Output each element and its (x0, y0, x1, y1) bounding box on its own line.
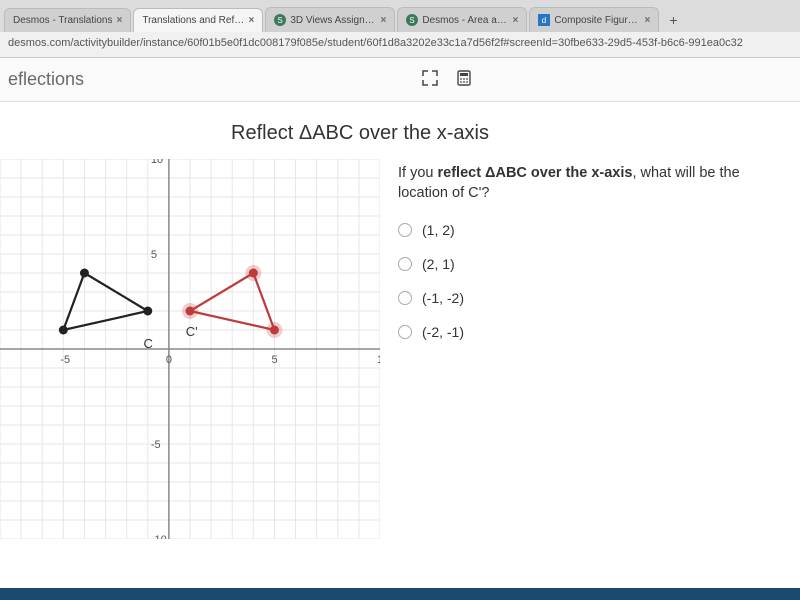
svg-text:10: 10 (151, 159, 163, 166)
favicon-s-icon: S (274, 14, 286, 26)
question-title: Reflect ΔABC over the x-axis (0, 122, 800, 145)
option-label: (-2, -1) (422, 324, 464, 340)
content-area: Reflect ΔABC over the x-axis -50510-10-5… (0, 102, 800, 600)
svg-text:S: S (278, 16, 283, 25)
close-icon[interactable]: × (248, 15, 254, 26)
svg-text:5: 5 (271, 354, 277, 366)
tab-3[interactable]: S Desmos - Area and Pe × (397, 7, 527, 32)
calculator-icon[interactable] (456, 70, 472, 89)
prompt-prefix: If you (398, 165, 438, 181)
option-0[interactable]: (1, 2) (398, 222, 780, 238)
tab-label: Composite Figures As (554, 15, 640, 26)
svg-text:-5: -5 (60, 354, 70, 366)
close-icon[interactable]: × (380, 15, 386, 26)
radio-icon (398, 257, 412, 271)
new-tab-button[interactable]: + (661, 8, 685, 32)
header-tools (422, 70, 472, 89)
tab-0[interactable]: Desmos - Translations × (4, 8, 131, 32)
prompt-bold: reflect ΔABC over the x-axis (438, 165, 633, 181)
vertex-label-c-prime: C' (186, 324, 198, 339)
svg-text:10: 10 (377, 354, 380, 366)
taskbar-strip (0, 588, 800, 600)
browser-tab-bar: Desmos - Translations × Translations and… (0, 0, 800, 32)
radio-icon (398, 223, 412, 237)
url-bar[interactable]: desmos.com/activitybuilder/instance/60f0… (0, 32, 800, 58)
tab-label: Desmos - Area and Pe (422, 15, 508, 26)
prompt-area: If you reflect ΔABC over the x-axis, wha… (380, 159, 800, 539)
close-icon[interactable]: × (116, 15, 122, 26)
svg-text:-10: -10 (151, 534, 167, 539)
tab-label: Desmos - Translations (13, 15, 112, 26)
svg-text:S: S (410, 16, 415, 25)
option-3[interactable]: (-2, -1) (398, 324, 780, 340)
option-1[interactable]: (2, 1) (398, 256, 780, 272)
option-label: (-1, -2) (422, 290, 464, 306)
tab-2[interactable]: S 3D Views Assignment × (265, 7, 395, 32)
option-label: (2, 1) (422, 256, 455, 272)
radio-icon (398, 291, 412, 305)
tab-label: Translations and Reflec (142, 15, 244, 26)
app-header: eflections (0, 58, 800, 102)
favicon-s-icon: S (406, 14, 418, 26)
vertex-label-c: C (144, 336, 153, 351)
coordinate-graph[interactable]: -5 0 5 10 -10 -5 5 10 C C' (0, 159, 380, 539)
option-2[interactable]: (-1, -2) (398, 290, 780, 306)
prompt-text: If you reflect ΔABC over the x-axis, wha… (398, 163, 780, 204)
svg-text:d: d (542, 16, 546, 25)
favicon-d-icon: d (538, 14, 550, 26)
svg-text:5: 5 (151, 249, 157, 261)
fullscreen-icon[interactable] (422, 70, 438, 89)
tab-4[interactable]: d Composite Figures As × (529, 7, 659, 32)
tab-label: 3D Views Assignment (290, 15, 376, 26)
svg-text:-5: -5 (151, 439, 161, 451)
options-list: (1, 2) (2, 1) (-1, -2) (-2, -1) (398, 222, 780, 340)
option-label: (1, 2) (422, 222, 455, 238)
page-title: eflections (8, 69, 84, 90)
close-icon[interactable]: × (512, 15, 518, 26)
svg-text:0: 0 (166, 354, 172, 366)
close-icon[interactable]: × (644, 15, 650, 26)
radio-icon (398, 325, 412, 339)
tab-1[interactable]: Translations and Reflec × (133, 8, 263, 32)
